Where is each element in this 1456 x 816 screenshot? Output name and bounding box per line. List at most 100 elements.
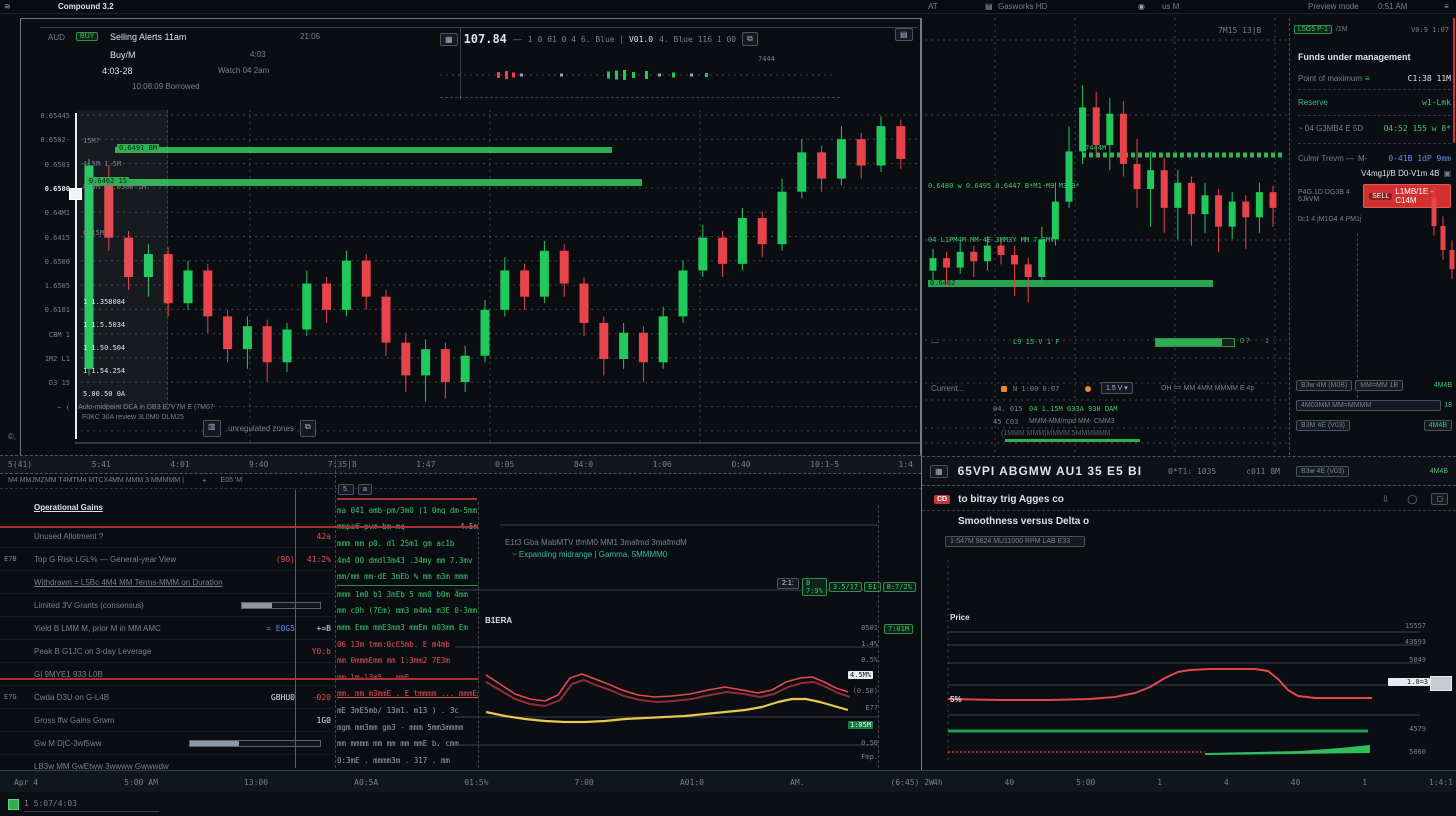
main-candle-chart[interactable]: 15M?4.5M 1.5M0.6M 04.0500 1M0.15M1 1.358… [75,105,920,445]
alert-title: Selling Alerts 11am [110,32,186,42]
notes-icon[interactable]: ▥ [203,420,221,437]
rp-badge-6[interactable]: B3M 4E (V03) [1296,420,1350,431]
current-price-marker[interactable] [69,188,82,200]
mid-axis-label: 0.50 [848,739,878,747]
rp-badge-1[interactable]: B3w 4M (M0B) [1296,380,1352,391]
range-value: 4:03-28 [102,66,133,76]
tr-chart[interactable]: 7M15 13|B 0.6480 w 0.6495 0.6447 B*M1-M9… [925,18,1288,455]
bottom-time-tick: 1 [1157,778,1162,787]
circle-icon[interactable]: ◯ [1407,494,1417,505]
broker-label[interactable]: Gasworks HD [998,2,1047,11]
br-chart[interactable]: Price 5% [940,555,1425,765]
rp-row6-label: P4G.1D DG3B 4 6JkVM [1298,189,1363,203]
row-label: Gw M DjC-3wf5ww [34,739,189,748]
br-axis-label: 5060 [1388,748,1426,756]
table-row[interactable]: Peak B G1JC on 3-day LeverageY0:b [0,640,335,663]
rp-chip-lags[interactable]: L5G5 P-1 [1294,25,1332,34]
bottom-time-tick: A01:0 [680,778,704,787]
green-bar1-label: 0.6491 BM [117,144,159,152]
table-row[interactable]: E7GCwda D3U on G-L4BGBHU0-020 [0,686,335,709]
app-menu-icon[interactable]: ≋ [4,2,11,11]
price-tick: 0.6500 [18,185,70,193]
rp-badge-7[interactable]: 4M4B [1424,420,1452,431]
bottom-time-tick: 13:00 [244,778,268,787]
table-row[interactable]: Unused Allotment ?42a [0,525,335,548]
side-value: 4:03 [250,50,266,59]
row-id: E7B [4,555,34,563]
bl-subheader-right: E05 'M [221,477,243,484]
rp-row3-value: 04:52 155 w 8* [1384,124,1451,133]
rp-row4-label: Culmr Trevm — [1298,154,1354,163]
tr-row2-note: OH == MM 4MM MMMM E 4p [1161,385,1254,392]
bottom-time-axis[interactable]: Apr 45:00 AM13:00A0:5A01:5%7:00A01:0AM.(… [0,770,1456,794]
red-separator-2 [0,678,478,680]
br-axis-label: 1.0=3 [1388,678,1430,686]
tr-bar-label: 0.6462 [930,279,955,287]
table-row[interactable]: E7BTop G Risk LGL% — General-year View(9… [0,548,335,571]
rp-row2-value: w1-Lmk [1422,98,1451,107]
add-icon[interactable]: + [202,476,207,485]
table-row[interactable]: Gross ffw Gains Grwm1G0 [0,709,335,732]
rp-badge-2[interactable]: MM=MM 1B [1355,380,1403,391]
row-value: +=B [295,624,331,633]
table-row[interactable]: Limited 3V Grants (consensus) [0,594,335,617]
time-tick: 5:41 [92,460,111,469]
watch-label[interactable]: Watch 04 2am [218,66,269,75]
rp-row4-suffix[interactable]: M- [1358,154,1367,163]
mid-axis-divider [878,505,879,768]
br-axis-label: 43593 [1388,638,1426,646]
side-label: Buy/M [110,50,136,60]
time-tick: 84:0 [574,460,593,469]
row-progress [241,602,321,609]
download-icon[interactable]: ⇩ [1382,494,1390,505]
log-tab-1[interactable]: 5. [338,484,354,495]
log-tab-underline [337,498,477,500]
clock-label: 0:51 AM [1378,2,1407,11]
price-tick: 1M2 L1 [18,355,70,363]
zones-chip[interactable]: unregulated zones [228,424,294,433]
panel-menu-icon[interactable]: ▢ [1431,493,1448,505]
overlay-value: 15M? [83,137,100,145]
rp-chip-1m[interactable]: /1M [1336,26,1348,33]
settings-icon[interactable]: ≡ [1444,2,1449,11]
instrument-info-panel: AUD BUY Selling Alerts 11am 21:05 Buy/M … [40,28,461,100]
table-row[interactable]: Withdrawn = L5Bc 4M4 MM Terms-MMM on Dur… [0,571,335,594]
mid-title-1: E1t3 Gba MabMTV tfmM0 MM1 3mafmd 3mafmdM [505,538,687,547]
copy-icon[interactable]: ⧉ [742,32,758,46]
mid-axis-label: (0.50) [848,687,878,695]
scroll-indicator[interactable] [1453,18,1455,143]
mid-series-label: B1ERA [485,616,512,625]
br-axis-label: 5049 [1388,656,1426,664]
copyright-icon: ©, [8,432,16,441]
preview-mode-label[interactable]: Preview mode [1308,2,1359,11]
br-subtitle-text: to bitray trig Agges co [958,494,1064,505]
br-badge[interactable]: B3w 4E (V03) [1296,466,1349,477]
br-tab[interactable]: 1-547M 9824 MU11000 RPM LAB E33 [945,536,1085,547]
log-tab-2[interactable]: a [358,484,372,495]
bottom-time-tick: Apr 4 [14,778,38,787]
expand-icon[interactable]: ⧉ [300,420,316,437]
report-icon[interactable]: ▤ [895,28,913,41]
account-icon[interactable]: ◉ [1138,2,1145,11]
layout-icon[interactable]: ▦ [440,33,458,46]
tr-current-time: N 1:00 0:07 [1013,385,1059,393]
rp-row-2: Reserve w1-Lmk [1298,98,1451,116]
table-row[interactable]: Operational Gains [0,490,335,525]
mid-ratio-box[interactable]: 2:1: [777,578,799,589]
table-row[interactable]: G| 9MYE1 933 L0B [0,663,335,686]
table-row[interactable]: Yield B LMM M, prior M in MM AMC= E0G5+=… [0,617,335,640]
price-tick: 0.6502- [18,136,70,144]
row-label: Peak B G1JC on 3-day Leverage [34,647,295,656]
tr-leverage-select[interactable]: 1.5 V ▾ [1101,382,1133,394]
mid-axis-badge: 7:01M [884,624,913,634]
dash: — [513,34,522,44]
right-panel: L5G5 P-1 /1M V0:9 1:07 Funds under manag… [1289,18,1456,455]
bl-col-divider [335,455,336,768]
table-row[interactable]: Gw M DjC-3wf5ww [0,732,335,755]
list-icon[interactable]: ≡ [1365,74,1370,83]
topbar-at: AT [928,2,938,11]
br-scroll-handle[interactable] [1430,676,1452,691]
rp-badge-4[interactable]: 4M03MM MM=MMMM [1296,400,1441,411]
status-text: 1 5:07/4:03 [24,799,77,808]
grid-icon[interactable]: ▦ [930,465,948,478]
